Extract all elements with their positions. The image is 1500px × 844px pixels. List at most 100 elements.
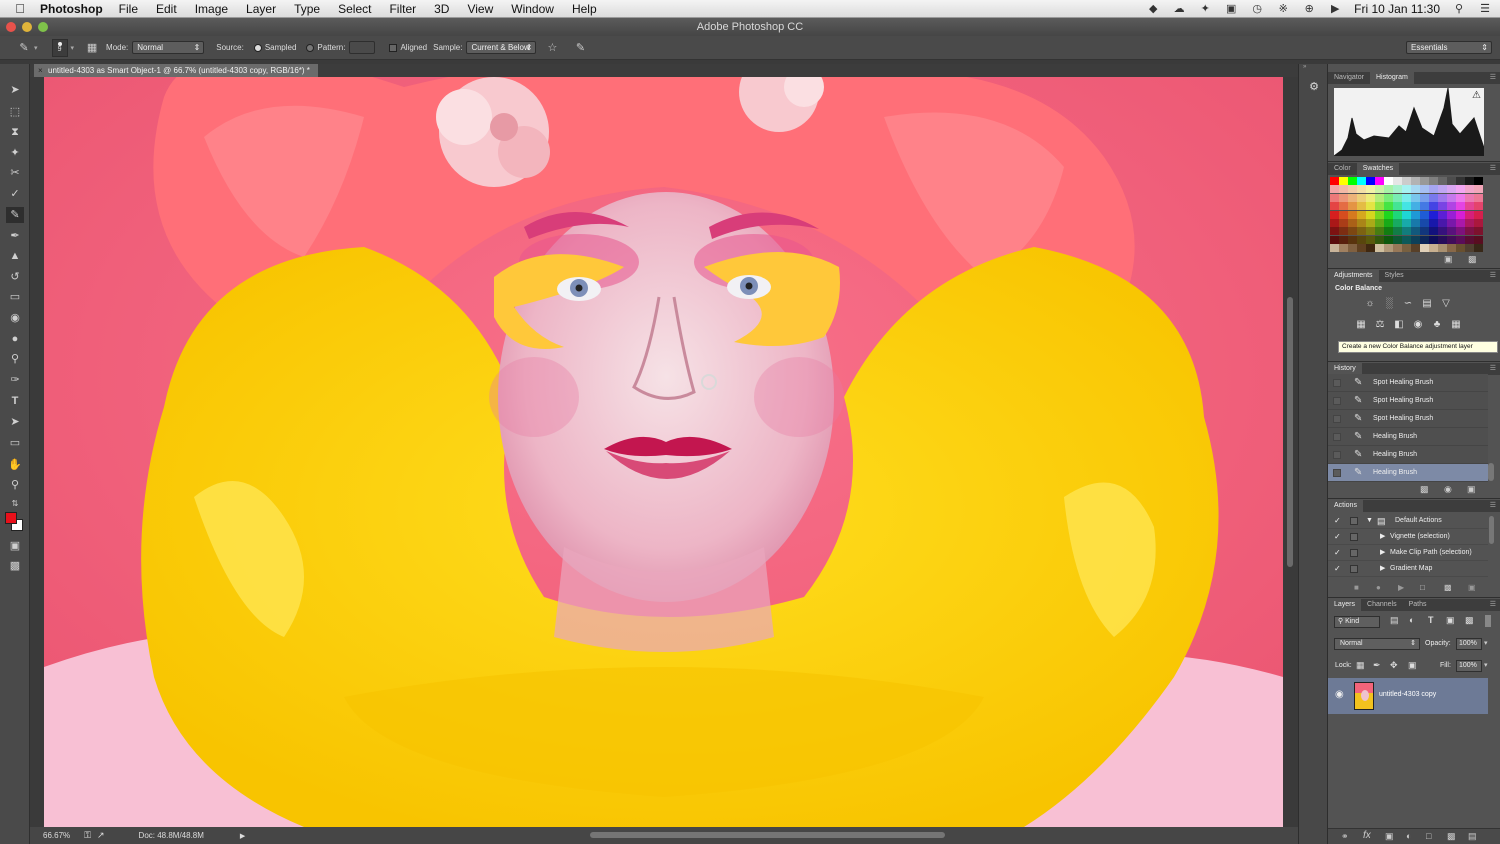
action-item[interactable]: ✓ ▶ Vignette (selection) bbox=[1328, 529, 1488, 545]
time-machine-icon[interactable]: ◷ bbox=[1250, 3, 1264, 15]
eyedropper-tool-icon[interactable]: ✓ bbox=[6, 186, 24, 202]
collapse-arrows-icon[interactable]: » bbox=[1303, 64, 1323, 70]
layer-style-fx-icon[interactable]: fx bbox=[1363, 830, 1371, 841]
opacity-slider-arrow-icon[interactable]: ▾ bbox=[1484, 639, 1488, 647]
panel-menu-icon[interactable]: ☰ bbox=[1490, 270, 1496, 282]
new-group-folder-icon[interactable]: □ bbox=[1426, 831, 1431, 841]
color-swatch[interactable] bbox=[1339, 235, 1348, 244]
color-swatch[interactable] bbox=[1465, 202, 1474, 211]
color-swatch[interactable] bbox=[1375, 235, 1384, 244]
color-swatch[interactable] bbox=[1474, 202, 1483, 211]
exposure-icon[interactable]: ▤ bbox=[1420, 298, 1434, 310]
color-swatch[interactable] bbox=[1438, 244, 1447, 253]
color-swatch[interactable] bbox=[1429, 227, 1438, 236]
color-swatch[interactable] bbox=[1393, 210, 1402, 219]
black-white-icon[interactable]: ◧ bbox=[1392, 319, 1406, 331]
spotlight-search-icon[interactable]: ⚲ bbox=[1452, 3, 1466, 15]
color-swatch[interactable] bbox=[1366, 202, 1375, 211]
tab-histogram[interactable]: Histogram bbox=[1369, 72, 1414, 84]
color-swatch[interactable] bbox=[1393, 235, 1402, 244]
play-action-icon[interactable]: ▶ bbox=[1398, 583, 1404, 592]
layer-visibility-eye-icon[interactable]: ◉ bbox=[1335, 689, 1344, 700]
pressure-size-icon[interactable]: ✎ bbox=[572, 40, 588, 56]
zoom-level[interactable]: 66.67% bbox=[43, 831, 70, 840]
color-swatch[interactable] bbox=[1402, 227, 1411, 236]
vibrance-icon[interactable]: ▽ bbox=[1439, 298, 1453, 310]
color-swatch[interactable] bbox=[1456, 227, 1465, 236]
color-swatch[interactable] bbox=[1348, 202, 1357, 211]
color-swatch[interactable] bbox=[1474, 219, 1483, 227]
aligned-checkbox[interactable] bbox=[389, 43, 398, 52]
history-source-checkbox[interactable] bbox=[1333, 397, 1341, 405]
color-swatch[interactable] bbox=[1474, 227, 1483, 236]
close-window-icon[interactable] bbox=[6, 22, 16, 32]
color-swatch[interactable] bbox=[1339, 244, 1348, 253]
color-swatch[interactable] bbox=[1402, 185, 1411, 194]
filter-type-icon[interactable]: T bbox=[1428, 615, 1434, 625]
color-swatch[interactable] bbox=[1411, 235, 1420, 244]
color-swatch[interactable] bbox=[1420, 185, 1429, 194]
type-tool-icon[interactable]: T bbox=[6, 393, 24, 409]
color-swatch[interactable] bbox=[1393, 219, 1402, 227]
color-swatch[interactable] bbox=[1384, 227, 1393, 236]
color-swatch[interactable] bbox=[1357, 235, 1366, 244]
color-swatch[interactable] bbox=[1429, 244, 1438, 253]
warning-icon[interactable]: ⚠ bbox=[1472, 90, 1481, 101]
color-swatch[interactable] bbox=[1447, 185, 1456, 194]
color-swatch[interactable] bbox=[1429, 185, 1438, 194]
add-mask-icon[interactable]: ▣ bbox=[1385, 831, 1394, 842]
delete-action-icon[interactable]: ▣ bbox=[1468, 583, 1476, 592]
lock-pixels-icon[interactable]: ✒ bbox=[1373, 660, 1381, 671]
color-swatch[interactable] bbox=[1366, 244, 1375, 253]
color-swatch[interactable] bbox=[1465, 219, 1474, 227]
tab-actions[interactable]: Actions bbox=[1328, 500, 1363, 512]
color-swatch[interactable] bbox=[1456, 235, 1465, 244]
color-swatch[interactable] bbox=[1402, 202, 1411, 211]
collapse-triangle-icon[interactable]: ▶ bbox=[1380, 529, 1385, 545]
layer-row[interactable]: ◉ untitled-4303 copy bbox=[1328, 678, 1488, 714]
color-swatch[interactable] bbox=[1384, 219, 1393, 227]
color-swatch[interactable] bbox=[1330, 219, 1339, 227]
healing-brush-preset-icon[interactable]: ✎ bbox=[16, 40, 32, 56]
toggle-item-checkmark-icon[interactable]: ✓ bbox=[1334, 513, 1341, 529]
color-swatch[interactable] bbox=[1357, 193, 1366, 202]
color-swatch[interactable] bbox=[1456, 202, 1465, 211]
color-swatch[interactable] bbox=[1438, 185, 1447, 194]
color-swatch[interactable] bbox=[1465, 235, 1474, 244]
color-swatch[interactable] bbox=[1465, 227, 1474, 236]
color-swatch[interactable] bbox=[1411, 219, 1420, 227]
color-swatch[interactable] bbox=[1339, 219, 1348, 227]
clone-source-panel-icon[interactable]: ▦ bbox=[84, 40, 100, 56]
dialog-toggle-box[interactable] bbox=[1350, 533, 1358, 541]
toggle-item-checkmark-icon[interactable]: ✓ bbox=[1334, 545, 1341, 561]
filter-smart-object-icon[interactable]: ▩ bbox=[1465, 615, 1474, 626]
bluetooth-icon[interactable]: ※ bbox=[1276, 3, 1290, 15]
color-swatch[interactable] bbox=[1393, 177, 1402, 185]
color-swatch[interactable] bbox=[1402, 235, 1411, 244]
tab-paths[interactable]: Paths bbox=[1403, 599, 1433, 611]
color-swatch[interactable] bbox=[1348, 177, 1357, 185]
color-swatch[interactable] bbox=[1348, 210, 1357, 219]
sample-select[interactable]: Current & Below ⇕ bbox=[466, 41, 537, 54]
color-swatch[interactable] bbox=[1447, 193, 1456, 202]
menu-file[interactable]: File bbox=[119, 2, 138, 16]
filter-toggle[interactable] bbox=[1485, 615, 1491, 627]
color-swatch[interactable] bbox=[1330, 177, 1339, 185]
color-swatch[interactable] bbox=[1339, 227, 1348, 236]
color-swatch[interactable] bbox=[1375, 202, 1384, 211]
color-swatch[interactable] bbox=[1420, 202, 1429, 211]
history-state[interactable]: ✎ Spot Healing Brush bbox=[1328, 410, 1488, 428]
new-document-from-state-icon[interactable]: ▩ bbox=[1420, 484, 1429, 495]
history-source-checkbox[interactable] bbox=[1333, 469, 1341, 477]
collapse-triangle-icon[interactable]: ▶ bbox=[1380, 545, 1385, 561]
panel-menu-icon[interactable]: ☰ bbox=[1490, 363, 1496, 375]
color-swatch[interactable] bbox=[1357, 202, 1366, 211]
color-swatch[interactable] bbox=[1429, 193, 1438, 202]
color-swatch[interactable] bbox=[1447, 177, 1456, 185]
history-scroll-thumb[interactable] bbox=[1488, 463, 1494, 481]
color-swatch[interactable] bbox=[1429, 177, 1438, 185]
menubar-clock[interactable]: Fri 10 Jan 11:30 bbox=[1354, 2, 1440, 16]
color-swatch[interactable] bbox=[1411, 244, 1420, 253]
color-swatch[interactable] bbox=[1411, 202, 1420, 211]
color-swatch[interactable] bbox=[1420, 227, 1429, 236]
